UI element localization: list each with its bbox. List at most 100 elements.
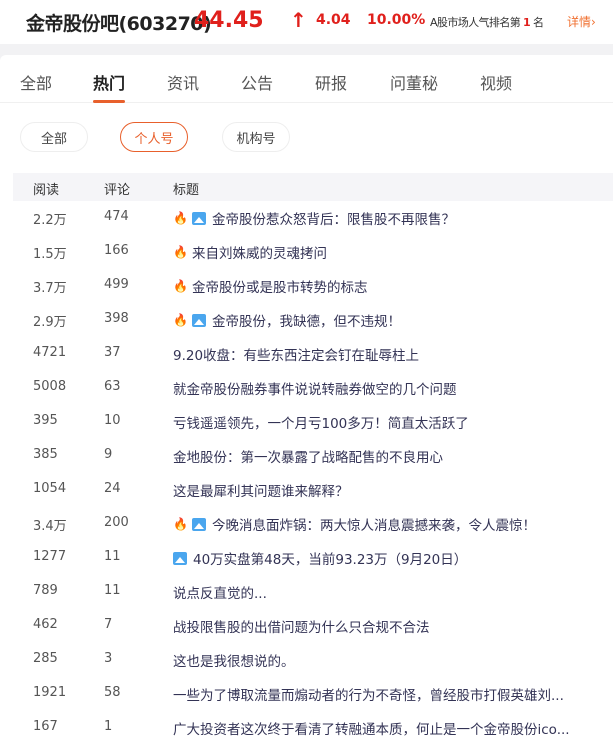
content-card: 全部 热门 资讯 公告 研报 问董秘 视频 全部 个人号 机构号 阅读 评论 标… [0,55,613,755]
image-icon [173,551,187,565]
table-row[interactable]: 4721 37 9.20收盘：有些东西注定会钉在耻辱柱上 [0,337,613,371]
read-count: 2.9万 [33,315,67,330]
fire-icon: 🔥 [173,517,188,531]
read-count: 3.4万 [33,519,67,534]
read-count: 1.5万 [33,247,67,262]
tab-video[interactable]: 视频 [480,70,512,94]
read-count: 285 [33,651,58,666]
post-title: 就金帝股份融券事件说说转融券做空的几个问题 [173,382,457,398]
read-count: 395 [33,413,58,428]
filter-all[interactable]: 全部 [20,122,88,152]
price-change: 4.04 [316,12,351,28]
image-icon [191,211,206,225]
post-title-link[interactable]: 🔥 金帝股份，我缺德，但不违规！ [173,310,401,330]
table-row[interactable]: 2.2万 474 🔥 金帝股份惹众怒背后：限售股不再限售？ [0,201,613,235]
post-title: 说点反直觉的... [173,586,267,602]
read-count: 1921 [33,685,67,700]
detail-link[interactable]: 详情› [567,13,596,30]
table-row[interactable]: 1.5万 166 🔥 来自刘姝威的灵魂拷问 [0,235,613,269]
col-title: 标题 [173,183,200,198]
read-count: 2.2万 [33,213,67,228]
post-title-link[interactable]: 🔥 金帝股份或是股市转势的标志 [173,276,367,296]
post-title-link[interactable]: 就金帝股份融券事件说说转融券做空的几个问题 [173,378,457,398]
post-title-link[interactable]: 战投限售股的出借问题为什么只合规不合法 [173,616,430,636]
post-title-link[interactable]: 说点反直觉的... [173,582,267,602]
post-title-link[interactable]: 金地股份：第一次暴露了战略配售的不良用心 [173,446,443,466]
post-title-link[interactable]: 🔥 来自刘姝威的灵魂拷问 [173,242,327,262]
post-title: 金帝股份或是股市转势的标志 [191,280,368,296]
fire-icon: 🔥 [173,245,188,259]
filter-institution[interactable]: 机构号 [222,122,290,152]
col-comments: 评论 [104,183,131,198]
post-title: 这也是我很想说的。 [173,654,295,670]
tab-ask-secretary[interactable]: 问董秘 [390,70,438,94]
comment-count: 11 [104,583,121,598]
table-row[interactable]: 1054 24 这是最犀利其问题谁来解释？ [0,473,613,507]
comment-count: 474 [104,209,129,224]
post-title: 广大投资者这次终于看清了转融通本质，何止是一个金帝股份ico... [173,722,570,738]
table-row[interactable]: 5008 63 就金帝股份融券事件说说转融券做空的几个问题 [0,371,613,405]
post-title-link[interactable]: 一些为了博取流量而煽动者的行为不奇怪，曾经股市打假英雄刘... [173,684,564,704]
stock-price: 44.45 [194,8,264,33]
read-count: 167 [33,719,58,734]
read-count: 789 [33,583,58,598]
comment-count: 63 [104,379,121,394]
rank-number: 1 [523,16,531,29]
table-row[interactable]: 385 9 金地股份：第一次暴露了战略配售的不良用心 [0,439,613,473]
popularity-rank: A股市场人气排名第 1 名 [430,14,544,30]
table-row[interactable]: 462 7 战投限售股的出借问题为什么只合规不合法 [0,609,613,643]
table-row[interactable]: 1277 11 40万实盘第48天，当前93.23万（9月20日） [0,541,613,575]
table-row[interactable]: 1921 58 一些为了博取流量而煽动者的行为不奇怪，曾经股市打假英雄刘... [0,677,613,711]
forum-title: 金帝股份吧(603270) [26,13,212,35]
percent-change: 10.00% [367,12,426,28]
fire-icon: 🔥 [173,279,188,293]
image-icon [191,517,206,531]
read-count: 3.7万 [33,281,67,296]
read-count: 1054 [33,481,67,496]
rank-suffix: 名 [533,16,544,29]
post-title: 亏钱遥遥领先，一个月亏100多万！简直太活跃了 [173,416,469,432]
table-row[interactable]: 2.9万 398 🔥 金帝股份，我缺德，但不违规！ [0,303,613,337]
post-title-link[interactable]: 这是最犀利其问题谁来解释？ [173,480,349,500]
post-title: 这是最犀利其问题谁来解释？ [173,484,349,500]
table-row[interactable]: 3.4万 200 🔥 今晚消息面炸锅：两大惊人消息震撼来袭，令人震惊！ [0,507,613,541]
table-row[interactable]: 3.7万 499 🔥 金帝股份或是股市转势的标志 [0,269,613,303]
table-row[interactable]: 167 1 广大投资者这次终于看清了转融通本质，何止是一个金帝股份ico... [0,711,613,745]
comment-count: 200 [104,515,129,530]
table-row[interactable]: 395 10 亏钱遥遥领先，一个月亏100多万！简直太活跃了 [0,405,613,439]
post-title-link[interactable]: 亏钱遥遥领先，一个月亏100多万！简直太活跃了 [173,412,469,432]
tab-bar: 全部 热门 资讯 公告 研报 问董秘 视频 [0,55,613,103]
comment-count: 398 [104,311,129,326]
post-title: 今晚消息面炸锅：两大惊人消息震撼来袭，令人震惊！ [211,518,536,534]
comment-count: 58 [104,685,121,700]
tab-hot[interactable]: 热门 [93,70,126,103]
fire-icon: 🔥 [173,313,188,327]
post-title: 金帝股份惹众怒背后：限售股不再限售？ [211,212,455,228]
table-row[interactable]: 789 11 说点反直觉的... [0,575,613,609]
table-row[interactable]: 285 3 这也是我很想说的。 [0,643,613,677]
tab-research[interactable]: 研报 [315,70,347,94]
post-title: 一些为了博取流量而煽动者的行为不奇怪，曾经股市打假英雄刘... [173,688,564,704]
comment-count: 1 [104,719,113,734]
comment-count: 9 [104,447,113,462]
tab-news[interactable]: 资讯 [167,70,199,94]
post-title-link[interactable]: 广大投资者这次终于看清了转融通本质，何止是一个金帝股份ico... [173,718,570,738]
post-title-link[interactable]: 40万实盘第48天，当前93.23万（9月20日） [173,548,467,568]
comment-count: 24 [104,481,121,496]
read-count: 385 [33,447,58,462]
col-read: 阅读 [33,183,60,198]
image-icon [191,313,206,327]
read-count: 5008 [33,379,67,394]
post-title-link[interactable]: 🔥 今晚消息面炸锅：两大惊人消息震撼来袭，令人震惊！ [173,514,536,534]
comment-count: 499 [104,277,129,292]
read-count: 1277 [33,549,67,564]
tab-all[interactable]: 全部 [20,70,52,94]
stock-header: 金帝股份吧(603270) 44.45 ↑ 4.04 10.00% A股市场人气… [0,0,613,44]
tab-announcements[interactable]: 公告 [241,70,273,94]
post-title-link[interactable]: 这也是我很想说的。 [173,650,295,670]
post-title: 9.20收盘：有些东西注定会钉在耻辱柱上 [173,348,420,364]
post-title-link[interactable]: 9.20收盘：有些东西注定会钉在耻辱柱上 [173,344,419,364]
post-title-link[interactable]: 🔥 金帝股份惹众怒背后：限售股不再限售？ [173,208,455,228]
fire-icon: 🔥 [173,211,188,225]
filter-personal[interactable]: 个人号 [120,122,188,152]
